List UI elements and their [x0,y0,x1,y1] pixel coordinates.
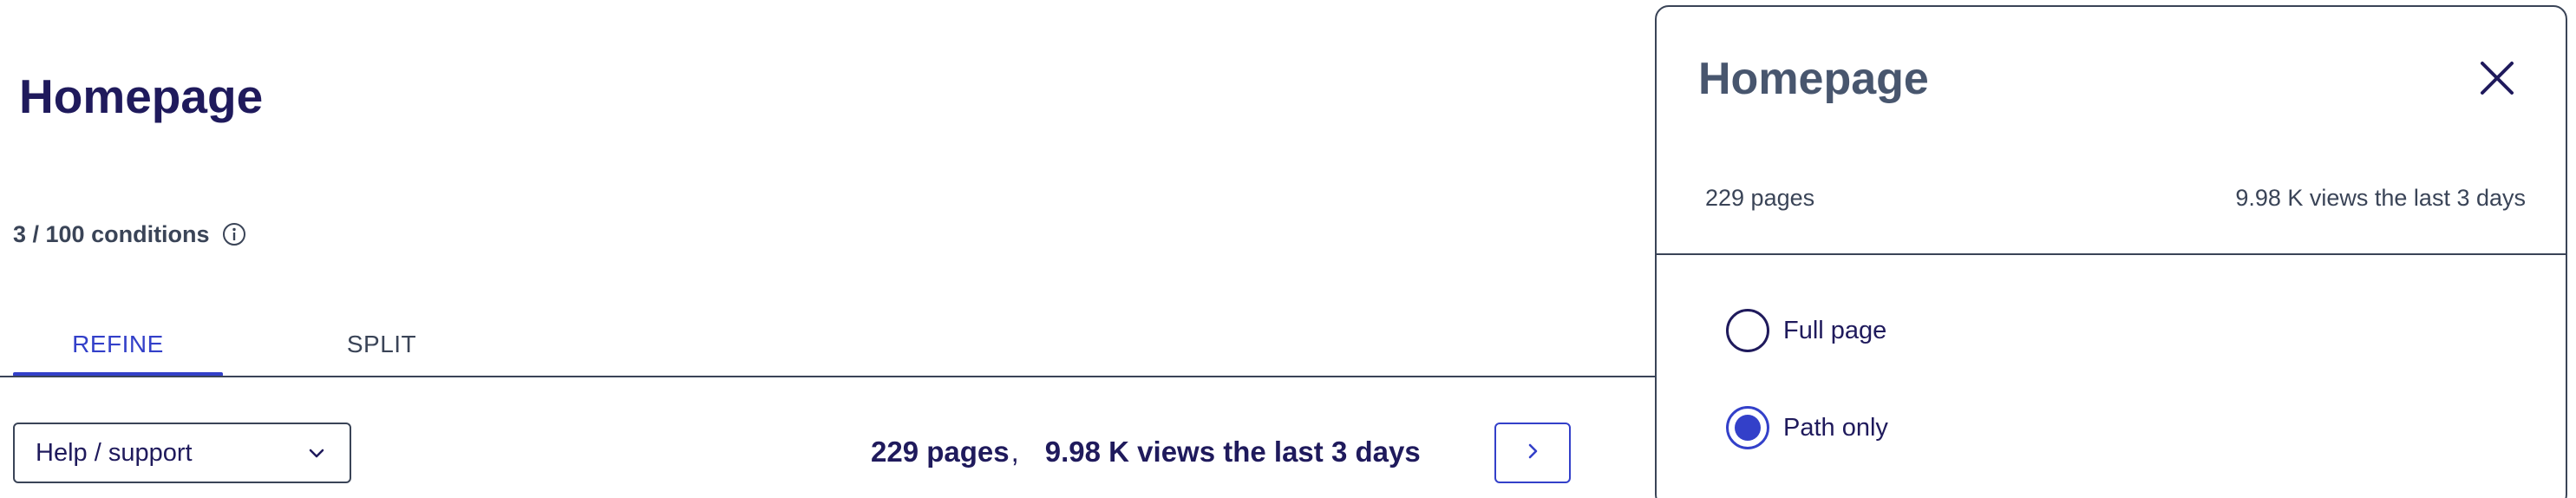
chevron-down-icon [304,441,329,465]
close-icon [2478,59,2516,102]
radio-path-only-label: Path only [1783,413,1888,442]
panel-divider [1657,253,2566,255]
next-button[interactable] [1494,423,1571,483]
page-title: Homepage [19,69,264,123]
panel-views-count: 9.98 K views the last 3 days [2235,185,2526,211]
tab-bar: REFINE SPLIT [0,312,1655,377]
panel-title: Homepage [1698,54,1929,104]
summary-views: 9.98 K views the last 3 days [1044,436,1421,468]
tabs-divider [0,376,1655,377]
radio-unchecked-icon[interactable] [1726,309,1769,352]
category-select-value: Help / support [36,438,193,467]
conditions-count: 3 / 100 conditions [13,219,246,250]
chevron-right-icon [1521,440,1544,467]
tab-split[interactable]: SPLIT [278,312,486,377]
radio-full-page[interactable]: Full page [1726,309,1886,352]
summary-separator: , [1010,436,1019,468]
close-button[interactable] [2476,59,2518,101]
side-panel: Homepage 229 pages 9.98 K views the last… [1655,5,2567,498]
page-summary: 229 pages , 9.98 K views the last 3 days [871,429,1421,475]
radio-full-page-label: Full page [1783,316,1887,344]
info-icon[interactable] [222,222,246,246]
radio-dot [1735,415,1761,441]
tab-refine[interactable]: REFINE [13,312,223,377]
main-content: Homepage 3 / 100 conditions REFINE SPLIT… [0,0,1655,498]
radio-checked-icon[interactable] [1726,406,1769,449]
category-select[interactable]: Help / support [13,423,351,483]
panel-pages-count: 229 pages [1705,185,1815,211]
summary-pages: 229 pages [871,436,1010,468]
radio-path-only[interactable]: Path only [1726,406,1888,449]
conditions-label: 3 / 100 conditions [13,221,210,247]
